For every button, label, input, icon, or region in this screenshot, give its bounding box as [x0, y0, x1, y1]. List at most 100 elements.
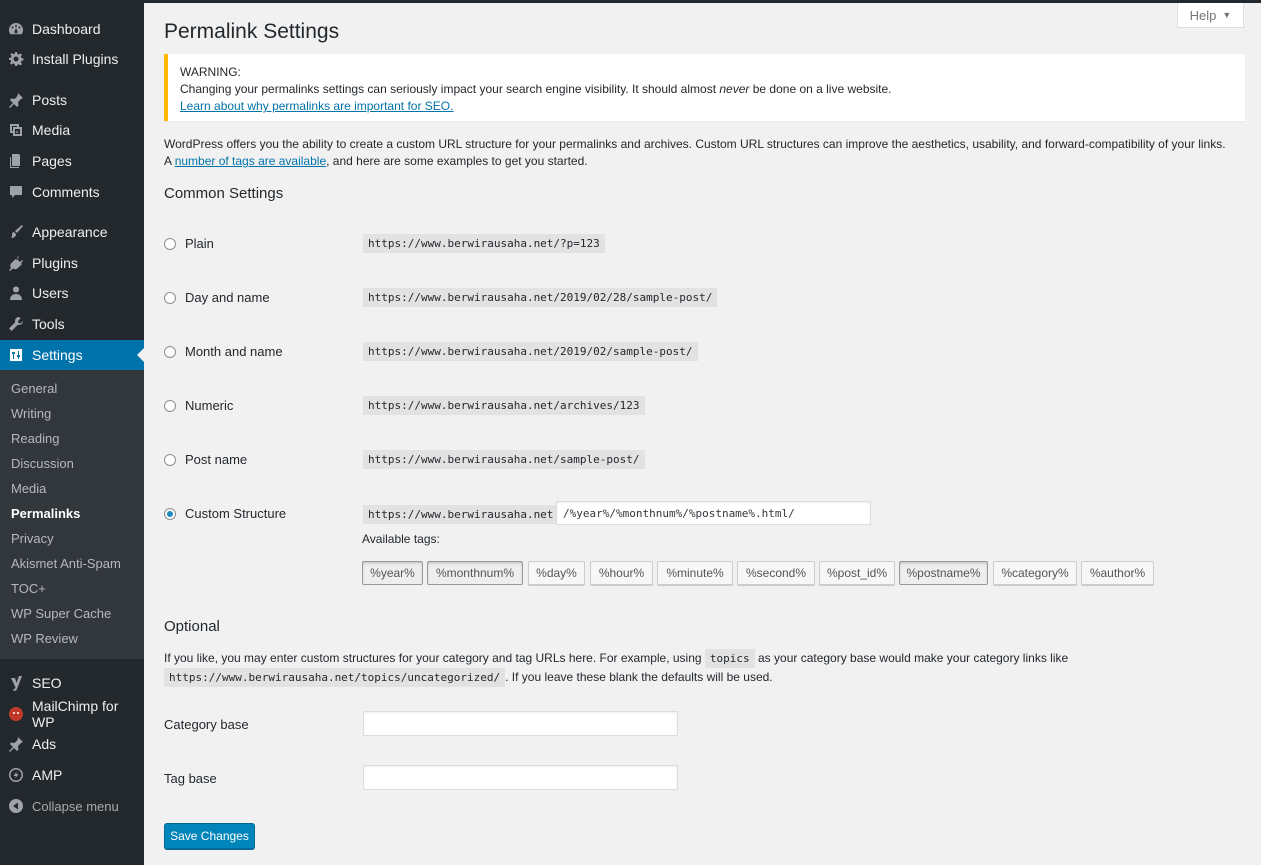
submenu-item-reading[interactable]: Reading	[11, 431, 59, 446]
option-label: Numeric	[185, 398, 234, 413]
custom-structure-base-url: https://www.berwirausaha.net	[363, 505, 559, 524]
radio-month-and-name[interactable]	[164, 345, 176, 358]
sidebar-item-ads[interactable]: Ads	[0, 729, 144, 759]
sidebar-item-dashboard[interactable]: Dashboard	[0, 14, 144, 44]
user-icon	[8, 285, 24, 301]
dashboard-icon	[8, 21, 24, 37]
optional-description: If you like, you may enter custom struct…	[164, 649, 1234, 687]
help-tab[interactable]: Help ▼	[1177, 3, 1244, 28]
topics-code: topics	[704, 649, 755, 668]
sidebar-item-label: MailChimp for WP	[32, 698, 119, 730]
collapse-menu-button[interactable]: Collapse menu	[0, 791, 144, 821]
sidebar-item-users[interactable]: Users	[0, 278, 144, 308]
url-example-day-and-name: https://www.berwirausaha.net/2019/02/28/…	[363, 288, 718, 307]
available-tags-label: Available tags:	[362, 532, 440, 546]
tag-button-hour[interactable]: %hour%	[590, 561, 653, 585]
tag-button-category[interactable]: %category%	[993, 561, 1077, 585]
sidebar-item-appearance[interactable]: Appearance	[0, 217, 144, 247]
sidebar-item-mailchimp[interactable]: MailChimp for WP	[0, 698, 144, 730]
tag-button-postname[interactable]: %postname%	[899, 561, 988, 585]
chevron-down-icon: ▼	[1222, 10, 1232, 20]
submenu-item-writing[interactable]: Writing	[11, 406, 51, 421]
media-icon	[8, 122, 24, 138]
submenu-item-toc[interactable]: TOC+	[11, 581, 46, 596]
submenu-item-general[interactable]: General	[11, 381, 57, 396]
url-example-numeric: https://www.berwirausaha.net/archives/12…	[363, 396, 645, 415]
pushpin-icon	[8, 92, 24, 108]
sidebar-item-media[interactable]: Media	[0, 115, 144, 145]
submenu-item-privacy[interactable]: Privacy	[11, 531, 54, 546]
sidebar-item-posts[interactable]: Posts	[0, 85, 144, 115]
sidebar-item-pages[interactable]: Pages	[0, 146, 144, 176]
tag-button-post-id[interactable]: %post_id%	[819, 561, 895, 585]
submenu-item-wp-super-cache[interactable]: WP Super Cache	[11, 606, 111, 621]
sidebar-item-label: Posts	[32, 92, 68, 108]
submenu-item-permalinks[interactable]: Permalinks	[11, 506, 80, 521]
wrench-icon	[8, 316, 24, 332]
collapse-menu-label: Collapse menu	[32, 798, 119, 814]
sidebar-item-label: Comments	[32, 184, 100, 200]
option-day-and-name[interactable]: Day and name	[164, 290, 270, 305]
sidebar-item-plugins[interactable]: Plugins	[0, 248, 144, 278]
radio-day-and-name[interactable]	[164, 291, 176, 304]
option-post-name[interactable]: Post name	[164, 452, 247, 467]
category-base-label: Category base	[164, 717, 249, 732]
tag-button-minute[interactable]: %minute%	[657, 561, 733, 585]
optional-heading: Optional	[164, 618, 220, 635]
submenu-item-akismet[interactable]: Akismet Anti-Spam	[11, 556, 121, 571]
sidebar-item-tools[interactable]: Tools	[0, 309, 144, 339]
submenu-item-discussion[interactable]: Discussion	[11, 456, 74, 471]
option-numeric[interactable]: Numeric	[164, 398, 233, 413]
brush-icon	[8, 224, 24, 240]
tag-base-label: Tag base	[164, 771, 217, 786]
settings-icon	[8, 347, 24, 363]
sidebar-item-settings[interactable]: Settings	[0, 340, 144, 370]
tag-button-author[interactable]: %author%	[1081, 561, 1154, 585]
intro-text: , and here are some examples to get you …	[326, 154, 588, 168]
sidebar-item-amp[interactable]: AMP	[0, 760, 144, 790]
help-label: Help	[1189, 7, 1217, 23]
option-label: Day and name	[185, 290, 270, 305]
tag-base-input[interactable]	[363, 765, 678, 790]
amp-icon	[8, 767, 24, 783]
option-label: Plain	[185, 236, 214, 251]
radio-plain[interactable]	[164, 237, 176, 250]
admin-top-bar	[0, 0, 1261, 3]
url-example-month-and-name: https://www.berwirausaha.net/2019/02/sam…	[363, 342, 698, 361]
sidebar-item-label: Plugins	[32, 255, 78, 271]
sidebar-item-label: SEO	[32, 675, 62, 691]
option-custom-structure[interactable]: Custom Structure	[164, 506, 286, 521]
custom-structure-input[interactable]	[556, 501, 871, 525]
category-base-input[interactable]	[363, 711, 678, 736]
sidebar-item-label: AMP	[32, 767, 63, 783]
radio-numeric[interactable]	[164, 399, 176, 412]
save-changes-button[interactable]: Save Changes	[164, 823, 255, 849]
radio-post-name[interactable]	[164, 453, 176, 466]
sidebar-item-label: Appearance	[32, 224, 108, 240]
tag-button-second[interactable]: %second%	[737, 561, 815, 585]
sidebar-item-comments[interactable]: Comments	[0, 177, 144, 207]
url-example-plain: https://www.berwirausaha.net/?p=123	[363, 234, 605, 253]
option-plain[interactable]: Plain	[164, 236, 214, 251]
radio-custom-structure[interactable]	[164, 507, 176, 520]
available-tags-link[interactable]: number of tags are available	[175, 154, 326, 168]
submenu-item-wp-review[interactable]: WP Review	[11, 631, 78, 646]
gear-icon	[8, 51, 24, 67]
optional-text: . If you leave these blank the defaults …	[505, 670, 773, 684]
sidebar-item-label: Media	[32, 122, 71, 138]
yoast-icon	[8, 675, 24, 691]
submenu-item-media[interactable]: Media	[11, 481, 46, 496]
mailchimp-icon	[8, 706, 24, 722]
tag-button-day[interactable]: %day%	[528, 561, 585, 585]
sidebar-item-label: Pages	[32, 153, 72, 169]
option-month-and-name[interactable]: Month and name	[164, 344, 283, 359]
url-example-post-name: https://www.berwirausaha.net/sample-post…	[363, 450, 645, 469]
optional-text: If you like, you may enter custom struct…	[164, 651, 705, 665]
sidebar-item-install-plugins[interactable]: Install Plugins	[0, 44, 144, 74]
tag-button-year[interactable]: %year%	[362, 561, 423, 585]
settings-submenu: General Writing Reading Discussion Media…	[0, 370, 144, 659]
seo-permalinks-link[interactable]: Learn about why permalinks are important…	[180, 99, 453, 113]
tag-button-monthnum[interactable]: %monthnum%	[427, 561, 523, 585]
sidebar-item-seo[interactable]: SEO	[0, 668, 144, 698]
optional-text: as your category base would make your ca…	[754, 651, 1069, 665]
